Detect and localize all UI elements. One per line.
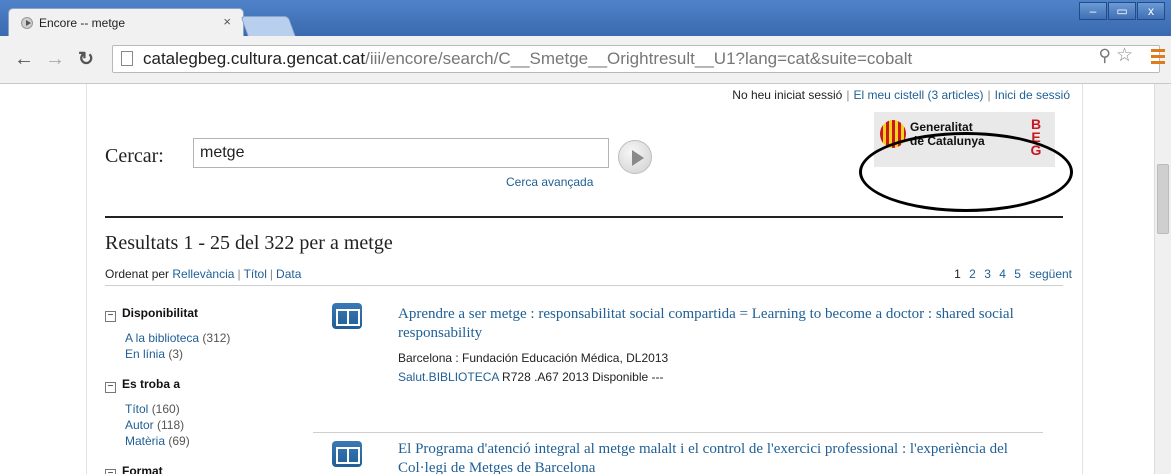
result-holding: Salut.BIBLIOTECA R728 .A67 2013 Disponib… <box>398 370 664 384</box>
facet-format-heading[interactable]: − Format <box>105 464 163 474</box>
page-scrollbar[interactable] <box>1154 84 1171 474</box>
sort-bar: Ordenat per Rellevància | Títol | Data <box>105 267 302 281</box>
zoom-icon[interactable]: ⚲ <box>1099 46 1111 66</box>
login-bar: No heu iniciat sessió | El meu cistell (3 … <box>732 88 1070 102</box>
collapse-icon[interactable]: − <box>105 311 116 322</box>
page-4[interactable]: 4 <box>999 267 1006 281</box>
search-submit-button[interactable] <box>618 140 652 174</box>
minimize-button[interactable]: – <box>1079 2 1107 20</box>
maximize-button[interactable]: ▭ <box>1108 2 1136 20</box>
page-icon <box>121 51 133 66</box>
search-input[interactable] <box>193 138 609 168</box>
tab-title: Encore -- metge <box>39 16 126 30</box>
facet-availability-heading[interactable]: − Disponibilitat <box>105 306 198 322</box>
url-text[interactable]: catalegbeg.cultura.gencat.cat/iii/encore… <box>143 49 912 69</box>
reload-icon[interactable]: ↻ <box>78 48 94 71</box>
sort-divider <box>105 285 1063 286</box>
catalog-page: No heu iniciat sessió | El meu cistell (3 … <box>86 84 1083 474</box>
page-1: 1 <box>954 267 961 281</box>
new-tab-button[interactable] <box>240 16 296 36</box>
sort-relevance[interactable]: Rellevància <box>172 267 234 281</box>
page-viewport: No heu iniciat sessió | El meu cistell (3 … <box>0 84 1171 474</box>
browser-titlebar: Encore -- metge × – ▭ x <box>0 0 1171 36</box>
collapse-icon[interactable]: − <box>105 382 116 393</box>
url-host: catalegbeg.cultura.gencat.cat <box>143 49 366 68</box>
page-5[interactable]: 5 <box>1014 267 1021 281</box>
advanced-search-link[interactable]: Cerca avançada <box>506 175 593 189</box>
next-page-link[interactable]: següent <box>1029 267 1072 281</box>
page-2[interactable]: 2 <box>969 267 976 281</box>
facet-item-subject[interactable]: Matèria (69) <box>125 434 190 448</box>
forward-arrow-icon[interactable]: → <box>45 48 65 71</box>
pagination: 1 2 3 4 5 següent <box>949 267 1072 281</box>
favicon-icon <box>21 17 33 29</box>
url-path: /iii/encore/search/C__Smetge__Orightresu… <box>365 49 913 68</box>
beg-letters: BEG <box>1030 116 1042 158</box>
window-controls: – ▭ x <box>1078 2 1165 20</box>
senyera-icon <box>880 120 906 148</box>
browser-tab[interactable]: Encore -- metge × <box>8 8 244 36</box>
facet-found-in-heading[interactable]: − Es troba a <box>105 377 180 393</box>
sort-date[interactable]: Data <box>276 267 301 281</box>
browser-menu-icon[interactable] <box>1151 49 1165 67</box>
close-window-button[interactable]: x <box>1137 2 1165 20</box>
browser-toolbar: ← → ↻ catalegbeg.cultura.gencat.cat/iii/… <box>0 36 1171 84</box>
result-title-link[interactable]: Aprendre a ser metge : responsabilitat s… <box>398 305 1058 343</box>
search-label: Cercar: <box>105 145 164 167</box>
header-divider <box>105 216 1063 218</box>
results-heading: Resultats 1 - 25 del 322 per a metge <box>105 232 393 254</box>
facet-item-in-library[interactable]: A la biblioteca (312) <box>125 331 230 345</box>
generalitat-logo[interactable]: Generalitat de Catalunya BEG <box>874 112 1055 167</box>
back-arrow-icon[interactable]: ← <box>14 48 34 71</box>
login-status: No heu iniciat sessió <box>732 88 843 102</box>
book-icon <box>332 441 362 467</box>
result-publication: Barcelona : Fundación Educación Médica, … <box>398 351 669 365</box>
tab-close-icon[interactable]: × <box>223 14 231 29</box>
scrollbar-thumb[interactable] <box>1157 164 1169 234</box>
cart-link[interactable]: El meu cistell (3 articles) <box>853 88 983 102</box>
bookmark-star-icon[interactable]: ☆ <box>1116 44 1133 67</box>
facet-item-online[interactable]: En línia (3) <box>125 347 183 361</box>
login-link[interactable]: Inici de sessió <box>995 88 1070 102</box>
result-divider <box>313 432 1043 433</box>
facet-item-author[interactable]: Autor (118) <box>125 418 184 432</box>
location-link[interactable]: Salut.BIBLIOTECA <box>398 370 499 384</box>
page-3[interactable]: 3 <box>984 267 991 281</box>
address-bar[interactable]: catalegbeg.cultura.gencat.cat/iii/encore… <box>112 45 1160 73</box>
logo-name: Generalitat de Catalunya <box>910 120 985 148</box>
sort-title[interactable]: Títol <box>244 267 267 281</box>
facet-item-title[interactable]: Títol (160) <box>125 402 180 416</box>
sort-label: Ordenat per <box>105 267 170 281</box>
result-title-link[interactable]: El Programa d'atenció integral al metge … <box>398 440 1058 474</box>
book-icon <box>332 303 362 329</box>
collapse-icon[interactable]: − <box>105 469 116 474</box>
